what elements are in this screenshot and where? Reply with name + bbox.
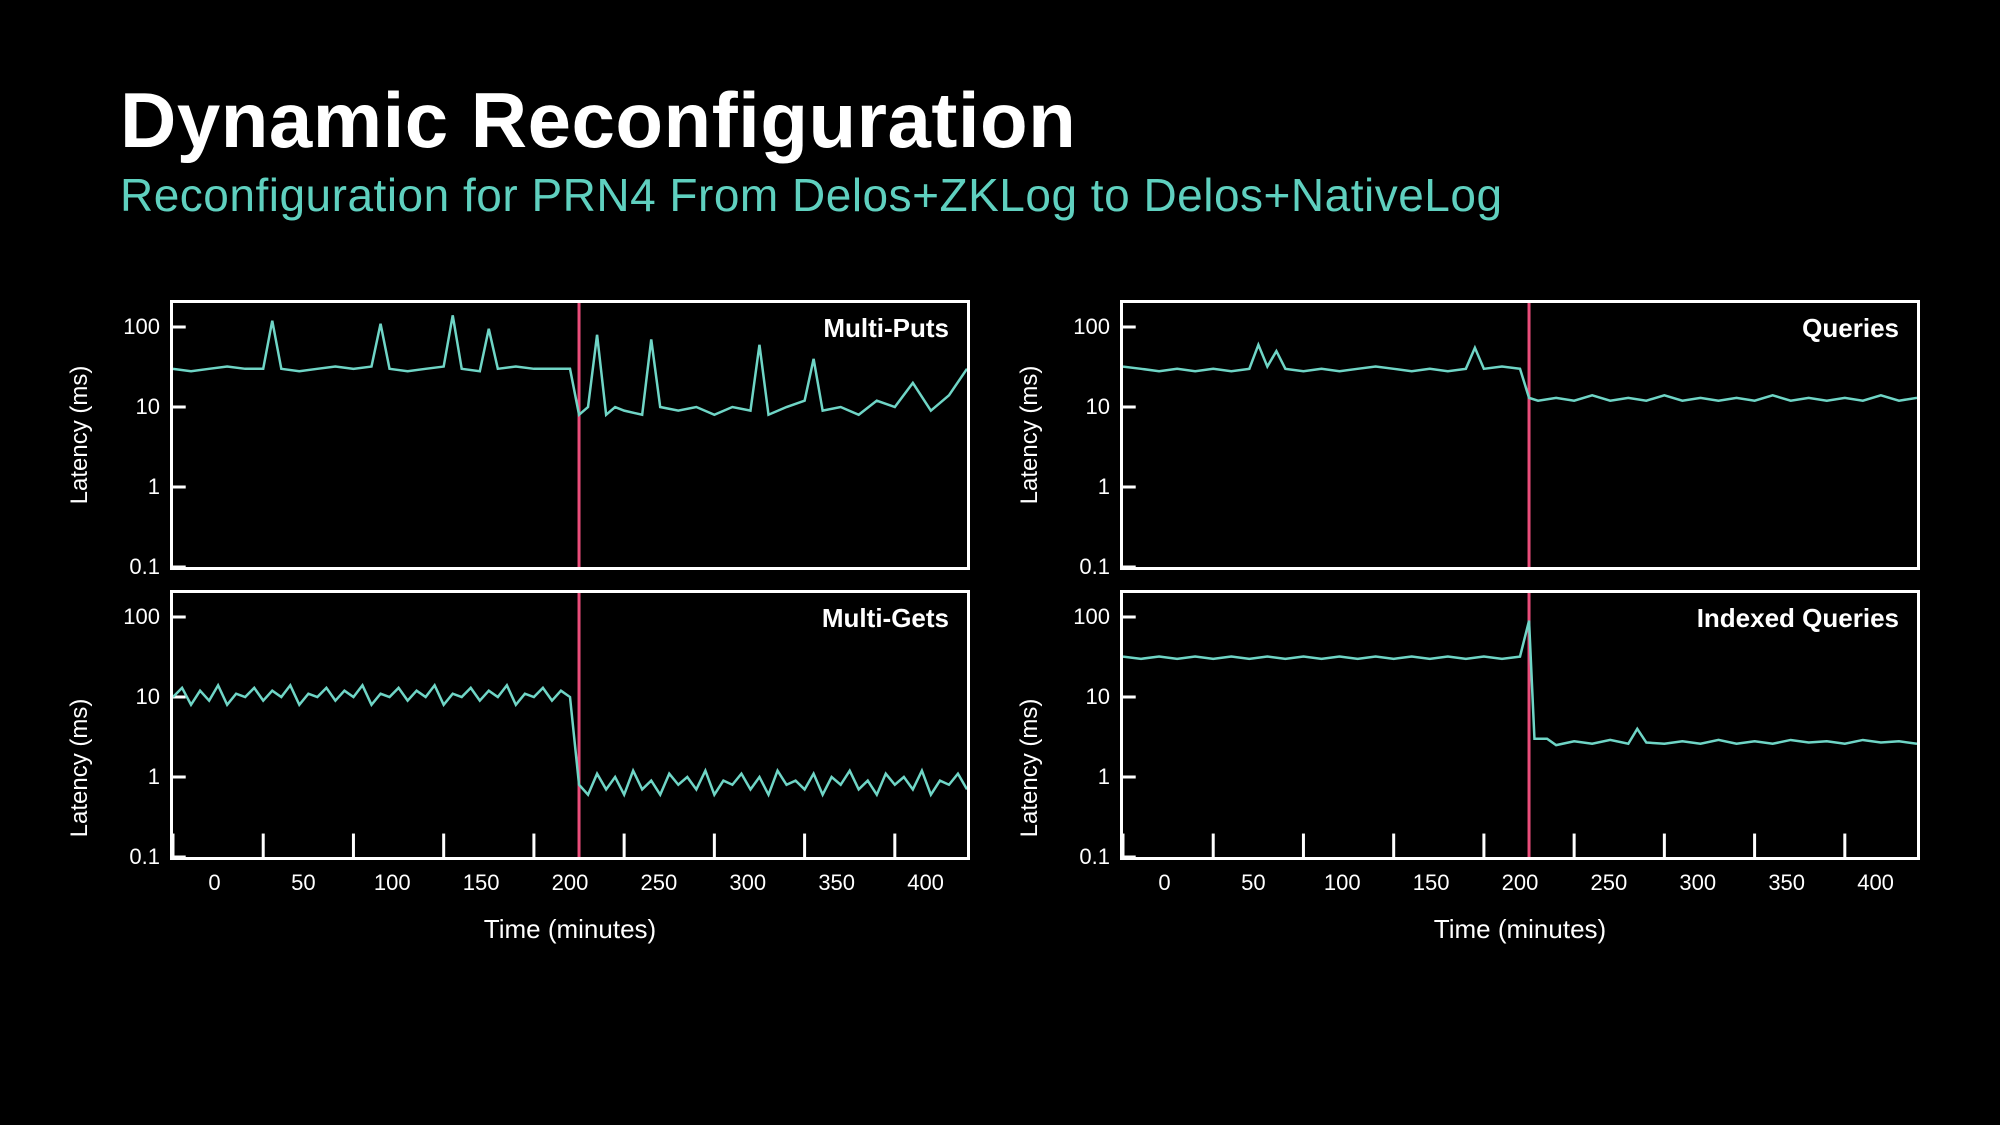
plot-title: Multi-Gets [822, 603, 949, 634]
plot-area: Indexed Queries0.1110100 [1120, 590, 1920, 860]
chart-multi_puts: Latency (ms)Multi-Puts0.1110100 [80, 300, 970, 570]
x-tick-labels: 050100150200250300350400 [170, 870, 970, 896]
plot-area: Multi-Puts0.1110100 [170, 300, 970, 570]
y-tick-labels: 0.1110100 [1063, 303, 1118, 567]
chart-queries: Latency (ms)Queries0.1110100 [1030, 300, 1920, 570]
series-latency [1123, 345, 1917, 401]
slide-dynamic-reconfiguration: Dynamic Reconfiguration Reconfiguration … [0, 0, 2000, 1125]
y-tick-labels: 0.1110100 [1063, 593, 1118, 857]
slide-subtitle: Reconfiguration for PRN4 From Delos+ZKLo… [120, 168, 1880, 222]
charts-grid: Latency (ms)Multi-Puts0.1110100Latency (… [80, 300, 1920, 945]
slide-title: Dynamic Reconfiguration [120, 80, 1880, 162]
plot-area: Queries0.1110100 [1120, 300, 1920, 570]
chart-multi_gets: Latency (ms)Multi-Gets0.1110100050100150… [80, 590, 970, 945]
plot-title: Indexed Queries [1697, 603, 1899, 634]
y-tick-labels: 0.1110100 [113, 303, 168, 567]
plot-title: Queries [1802, 313, 1899, 344]
series-latency [173, 685, 967, 794]
x-axis-label: Time (minutes) [1120, 914, 1920, 945]
y-tick-labels: 0.1110100 [113, 593, 168, 857]
series-latency [1123, 621, 1917, 745]
plot-area: Multi-Gets0.1110100 [170, 590, 970, 860]
plot-title: Multi-Puts [823, 313, 949, 344]
chart-indexed_queries: Latency (ms)Indexed Queries0.11101000501… [1030, 590, 1920, 945]
x-axis-label: Time (minutes) [170, 914, 970, 945]
x-tick-labels: 050100150200250300350400 [1120, 870, 1920, 896]
